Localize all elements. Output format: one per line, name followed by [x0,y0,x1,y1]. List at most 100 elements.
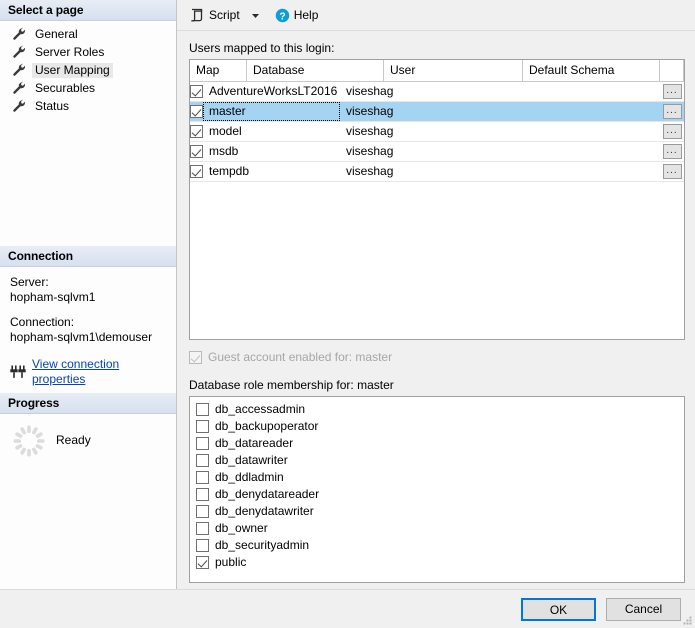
role-label: db_denydatawriter [215,504,314,518]
view-connection-properties-row[interactable]: View connection properties [10,357,166,387]
column-header-database[interactable]: Database [247,60,384,81]
browse-schema-button[interactable]: ... [662,104,682,119]
list-item[interactable]: db_datawriter [196,452,684,469]
default-schema-cell[interactable] [479,82,660,101]
list-item[interactable]: db_owner [196,520,684,537]
map-checkbox[interactable] [190,165,203,178]
column-header-default-schema[interactable]: Default Schema [523,60,660,81]
sidebar-item-label: Status [35,98,70,113]
list-item[interactable]: db_denydatareader [196,486,684,503]
browse-schema-button[interactable]: ... [662,164,682,179]
database-cell[interactable]: model [203,122,340,141]
role-label: db_denydatareader [215,487,320,501]
map-checkbox-cell[interactable] [190,142,203,161]
role-checkbox[interactable] [196,454,209,467]
map-checkbox-cell[interactable] [190,82,203,101]
browse-schema-cell[interactable]: ... [660,122,684,141]
database-cell[interactable]: msdb [203,142,340,161]
list-item[interactable]: public [196,554,684,571]
connection-header: Connection [0,246,176,267]
list-item[interactable]: db_backupoperator [196,418,684,435]
sidebar-item-general[interactable]: General [0,25,176,43]
sidebar-item-server-roles[interactable]: Server Roles [0,43,176,61]
browse-schema-button[interactable]: ... [662,84,682,99]
role-checkbox[interactable] [196,488,209,501]
role-checkbox[interactable] [196,505,209,518]
list-item[interactable]: db_securityadmin [196,537,684,554]
list-item[interactable]: db_ddladmin [196,469,684,486]
map-checkbox-cell[interactable] [190,162,203,181]
browse-schema-cell[interactable]: ... [660,142,684,161]
map-checkbox[interactable] [190,105,203,118]
database-cell[interactable]: tempdb [203,162,340,181]
view-connection-properties-link[interactable]: View connection properties [32,357,166,387]
browse-schema-cell[interactable]: ... [660,162,684,181]
role-checkbox[interactable] [196,420,209,433]
progress-info: Ready [0,414,176,589]
user-cell[interactable]: viseshag [340,162,479,181]
map-checkbox-cell[interactable] [190,122,203,141]
list-item[interactable]: db_datareader [196,435,684,452]
role-membership-label: Database role membership for: master [189,378,394,392]
role-checkbox[interactable] [196,403,209,416]
map-checkbox[interactable] [190,145,203,158]
progress-header: Progress [0,393,176,414]
table-row[interactable]: AdventureWorksLT2016 viseshag ... [190,82,684,102]
default-schema-cell[interactable] [479,162,660,181]
column-header-map[interactable]: Map [190,60,247,81]
connection-value: hopham-sqlvm1\demouser [10,330,153,344]
column-header-user[interactable]: User [384,60,523,81]
table-row[interactable]: msdb viseshag ... [190,142,684,162]
list-item[interactable]: db_accessadmin [196,401,684,418]
browse-schema-cell[interactable]: ... [660,82,684,101]
role-checkbox[interactable] [196,471,209,484]
script-button[interactable]: Script [185,4,244,26]
table-row[interactable]: master viseshag ... [190,102,684,122]
cancel-button[interactable]: Cancel [606,597,681,621]
role-label: db_backupoperator [215,419,319,433]
sidebar-item-label: User Mapping [32,62,113,78]
default-schema-cell[interactable] [479,102,660,121]
sidebar-item-status[interactable]: Status [0,97,176,115]
default-schema-cell[interactable] [479,142,660,161]
role-checkbox[interactable] [196,522,209,535]
role-membership-list[interactable]: db_accessadmin db_backupoperator db_data… [189,396,685,583]
role-label: public [215,555,247,569]
table-row[interactable]: tempdb viseshag ... [190,162,684,182]
role-label: db_owner [215,521,268,535]
default-schema-cell[interactable] [479,122,660,141]
role-checkbox[interactable] [196,437,209,450]
list-item[interactable]: db_denydatawriter [196,503,684,520]
database-cell[interactable]: master [203,102,340,121]
user-mapping-grid[interactable]: Map Database User Default Schema Adventu… [189,59,685,340]
dialog-footer: OK Cancel [0,589,695,628]
map-checkbox[interactable] [190,125,203,138]
user-cell[interactable]: viseshag [340,142,479,161]
user-cell[interactable]: viseshag [340,102,479,121]
user-cell[interactable]: viseshag [340,122,479,141]
role-checkbox[interactable] [196,539,209,552]
sidebar-item-securables[interactable]: Securables [0,79,176,97]
resize-grip[interactable] [681,614,693,626]
role-label: db_datareader [215,436,294,450]
browse-schema-button[interactable]: ... [662,144,682,159]
help-button[interactable]: ? Help [271,4,323,26]
sidebar: Select a page General Server Roles User … [0,0,177,589]
connection-info: Server: hopham-sqlvm1 Connection: hopham… [0,267,176,393]
role-checkbox[interactable] [196,556,209,569]
script-dropdown-button[interactable] [244,4,265,26]
sidebar-item-user-mapping[interactable]: User Mapping [0,61,176,79]
users-mapped-label: Users mapped to this login: [189,41,335,55]
browse-schema-button[interactable]: ... [662,124,682,139]
sidebar-item-label: Server Roles [35,44,105,59]
browse-schema-cell[interactable]: ... [660,102,684,121]
map-checkbox-cell[interactable] [190,102,203,121]
ok-button[interactable]: OK [521,597,596,621]
database-cell[interactable]: AdventureWorksLT2016 [203,82,340,101]
map-checkbox[interactable] [190,85,203,98]
table-row[interactable]: model viseshag ... [190,122,684,142]
user-cell[interactable]: viseshag [340,82,479,101]
guest-account-checkbox [189,350,202,364]
sidebar-item-label: Securables [35,80,96,95]
role-label: db_ddladmin [215,470,284,484]
